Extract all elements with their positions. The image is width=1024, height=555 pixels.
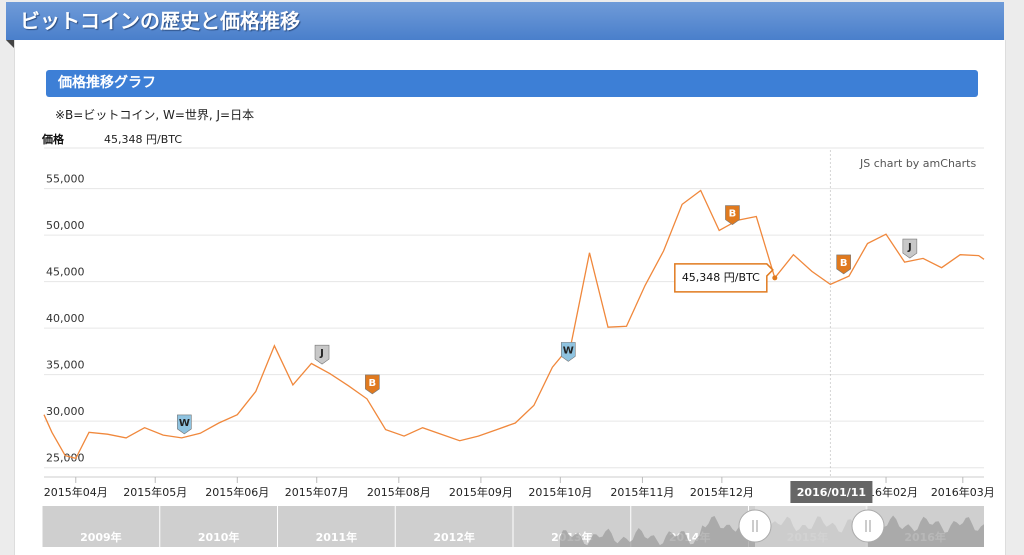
x-tick-label: 2015年10月 (528, 485, 592, 499)
scrollbar-year-label: 2010年 (198, 530, 240, 544)
x-tick-label: 2015年05月 (123, 485, 187, 499)
scrollbar-year-label: 2012年 (433, 530, 475, 544)
flag-letter: J (907, 242, 912, 253)
tooltip-point (772, 275, 778, 281)
event-flags: W J B W B B J (177, 205, 918, 435)
event-flag-w[interactable]: W (560, 342, 576, 362)
flag-letter: J (319, 348, 324, 359)
x-tick-label: 2015年09月 (449, 485, 513, 499)
event-flag-b[interactable]: B (365, 374, 380, 395)
scrollbar[interactable]: 2009年2010年2011年2012年2013年2014年2015年2016年 (41, 506, 984, 547)
x-tick-label: 2015年04月 (44, 485, 108, 499)
event-flag-j[interactable]: J (902, 238, 918, 259)
x-axis: 2015年04月 2015年05月 2015年06月 2015年07月 2015年08月… (44, 477, 995, 503)
y-tick-label: 45,000 (46, 266, 85, 279)
x-tick-label: 2015年12月 (690, 485, 754, 499)
y-tick-label: 40,000 (46, 312, 85, 325)
tooltip-layer: 45,348 円/BTC (674, 263, 778, 293)
scrollbar-year-label: 2011年 (316, 530, 358, 544)
flag-letter: W (563, 345, 574, 356)
cursor-date-badge: 2016/01/11 (790, 481, 873, 503)
x-tick-label: 2015年06月 (205, 485, 269, 499)
flag-letter: B (840, 258, 848, 269)
scrollbar-handle-right[interactable] (851, 509, 885, 543)
y-tick-label: 55,000 (46, 173, 85, 186)
event-flag-b[interactable]: B (725, 205, 740, 225)
handle-circle (738, 509, 772, 543)
cursor-date-label: 2016/01/11 (797, 486, 866, 499)
price-chart[interactable]: 25,00030,00035,00040,00045,00050,00055,0… (0, 0, 1024, 555)
y-tick-label: 35,000 (46, 359, 85, 372)
scrollbar-handle-left[interactable] (738, 509, 772, 543)
event-flag-w[interactable]: W (177, 414, 192, 435)
y-tick-label: 50,000 (46, 219, 85, 232)
x-tick-label: 2015年11月 (610, 485, 674, 499)
scrollbar-year-label: 2009年 (80, 530, 122, 544)
handle-circle (851, 509, 885, 543)
tooltip-text: 45,348 円/BTC (682, 271, 760, 284)
scrollbar-selection[interactable] (755, 506, 868, 547)
x-tick-label: 2015年07月 (285, 485, 349, 499)
y-tick-label: 30,000 (46, 405, 85, 418)
x-tick-label: 2015年08月 (367, 485, 431, 499)
flag-letter: B (369, 378, 377, 389)
flag-letter: B (729, 209, 737, 220)
event-flag-j[interactable]: J (314, 344, 330, 365)
event-flag-b[interactable]: B (836, 254, 851, 275)
flag-letter: W (179, 418, 190, 429)
x-tick-label: 2016年03月 (931, 485, 995, 499)
price-tooltip: 45,348 円/BTC (674, 263, 778, 293)
